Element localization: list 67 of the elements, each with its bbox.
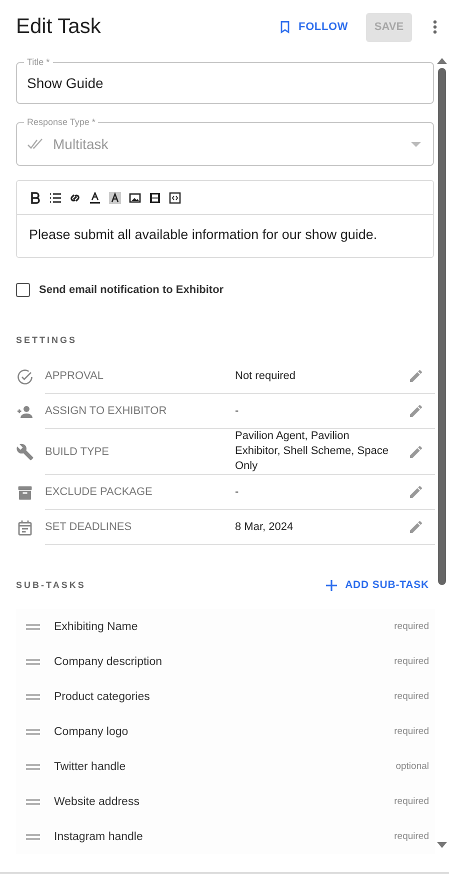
setting-value: Not required <box>235 368 297 384</box>
highlight-icon[interactable] <box>109 192 121 204</box>
scroll-down-icon[interactable] <box>437 842 447 848</box>
subtask-status: required <box>394 796 429 807</box>
subtask-name: Instagram handle <box>54 830 144 842</box>
subtask-status: required <box>394 621 429 632</box>
subtask-name: Exhibiting Name <box>54 620 139 632</box>
image-icon[interactable] <box>129 192 141 204</box>
scrollbar-thumb[interactable] <box>438 68 446 585</box>
subtask-name: Company logo <box>54 726 130 738</box>
edit-icon[interactable] <box>408 368 424 384</box>
calendar-icon <box>16 518 34 536</box>
description-text: Please submit all available information for our show guide. <box>28 226 378 244</box>
field-label: Title * <box>24 56 53 68</box>
drag-handle-icon[interactable] <box>26 798 40 804</box>
film-icon[interactable] <box>149 192 161 204</box>
wrench-icon <box>16 443 34 461</box>
setting-label: ASSIGN TO EXHIBITOR <box>45 405 168 417</box>
edit-icon[interactable] <box>408 444 424 460</box>
setting-value: - <box>235 404 240 418</box>
drag-handle-icon[interactable] <box>26 728 40 734</box>
drag-handle-icon[interactable] <box>26 694 40 700</box>
edit-icon[interactable] <box>408 519 424 535</box>
subtask-status: required <box>394 656 429 667</box>
text-color-icon[interactable] <box>89 192 101 204</box>
check-circle-icon <box>16 368 34 386</box>
page-title: Edit Task <box>16 15 102 39</box>
setting-label: BUILD TYPE <box>45 446 110 458</box>
checkbox-label: Send email notification to Exhibitor <box>39 284 224 296</box>
field-value: Show Guide <box>27 75 104 91</box>
subtask-status: required <box>394 726 429 737</box>
archive-icon <box>16 484 34 502</box>
list-icon[interactable] <box>49 192 61 204</box>
drag-handle-icon[interactable] <box>26 624 40 630</box>
edit-icon[interactable] <box>408 403 424 419</box>
caret-icon <box>411 142 421 146</box>
subtask-status: required <box>394 831 429 842</box>
drag-handle-icon[interactable] <box>26 834 40 840</box>
setting-label: APPROVAL <box>45 370 104 382</box>
edit-icon[interactable] <box>408 484 424 500</box>
link-icon[interactable] <box>69 192 81 204</box>
follow-button[interactable]: FOLLOW <box>270 12 356 42</box>
subtask-status: required <box>394 691 429 702</box>
subtask-name: Company description <box>54 656 164 668</box>
scroll-up-icon[interactable] <box>437 58 447 64</box>
code-icon[interactable] <box>169 192 181 204</box>
field-value: Multitask <box>53 136 110 152</box>
add-subtask-button[interactable]: ADD SUB-TASK <box>326 579 429 591</box>
drag-handle-icon[interactable] <box>26 658 40 664</box>
setting-value: - <box>235 484 240 500</box>
subtask-status: optional <box>396 761 429 772</box>
more-icon[interactable] <box>433 20 437 34</box>
subtask-name: Website address <box>54 796 140 808</box>
section-heading: SUB-TASKS <box>16 580 86 590</box>
drag-handle-icon[interactable] <box>26 764 40 770</box>
setting-label: EXCLUDE PACKAGE <box>45 486 154 498</box>
section-heading: SETTINGS <box>16 335 78 345</box>
setting-label: SET DEADLINES <box>45 521 133 533</box>
setting-value: Pavilion Agent, Pavilion Exhibitor, Shell Scheme, Space Only <box>235 429 390 474</box>
plus-icon <box>326 580 338 590</box>
field-label: Response Type * <box>24 116 98 128</box>
subtask-name: Twitter handle <box>54 760 127 772</box>
checkbox[interactable] <box>16 283 30 297</box>
subtask-name: Product categories <box>54 690 151 702</box>
bold-icon[interactable] <box>29 192 41 204</box>
setting-value: 8 Mar, 2024 <box>235 520 294 534</box>
double-check-icon <box>27 138 45 150</box>
